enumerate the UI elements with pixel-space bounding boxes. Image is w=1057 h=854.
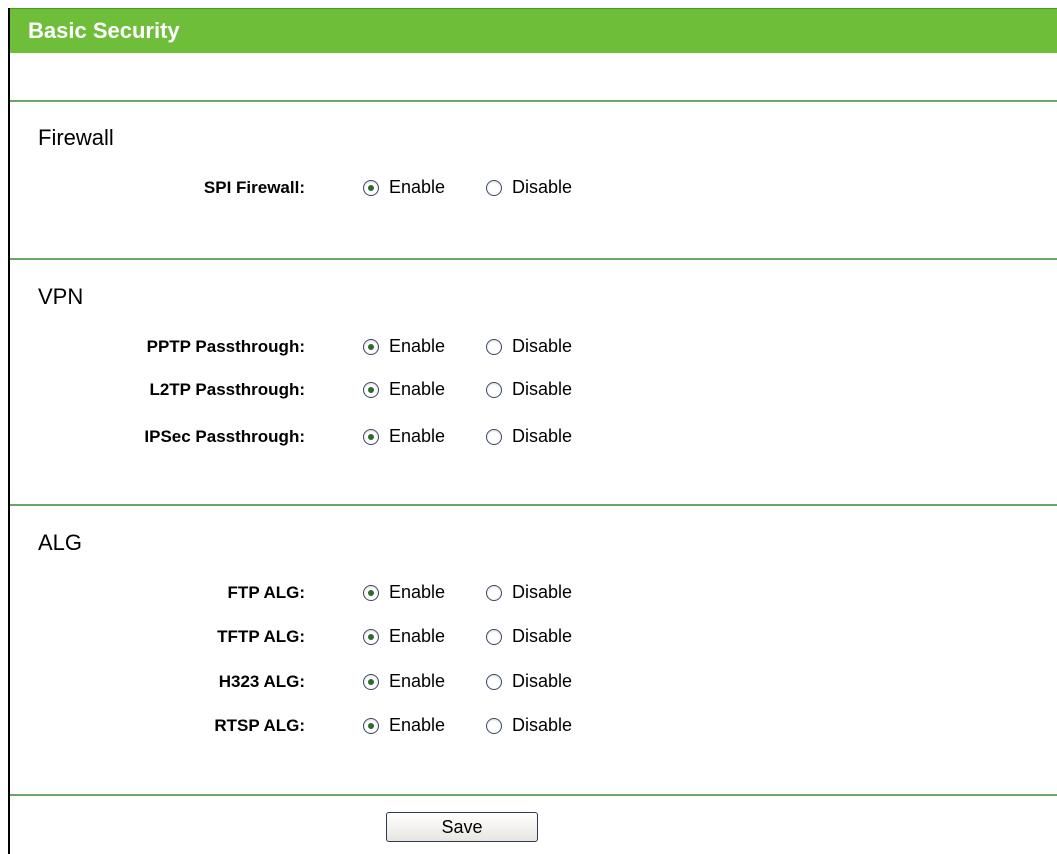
h323-alg-disable-radio[interactable]: Disable (486, 671, 572, 692)
radio-checked-icon[interactable] (363, 338, 379, 355)
tftp-alg-disable-radio[interactable]: Disable (486, 626, 572, 647)
radio-checked-icon[interactable] (363, 428, 379, 445)
radio-unchecked-icon[interactable] (486, 428, 502, 445)
basic-security-panel: Basic Security Firewall SPI Firewall: En… (0, 0, 1057, 854)
l2tp-enable-radio[interactable]: Enable (363, 379, 445, 400)
h323-alg-enable-radio[interactable]: Enable (363, 671, 445, 692)
ftp-alg-enable-radio[interactable]: Enable (363, 582, 445, 603)
l2tp-disable-radio[interactable]: Disable (486, 379, 572, 400)
pptp-disable-radio[interactable]: Disable (486, 336, 572, 357)
ipsec-enable-radio[interactable]: Enable (363, 426, 445, 447)
radio-unchecked-icon[interactable] (486, 381, 502, 398)
row-tftp-alg: TFTP ALG: Enable Disable (10, 623, 1057, 653)
radio-checked-icon[interactable] (363, 717, 379, 734)
section-title-vpn: VPN (38, 284, 84, 309)
ipsec-disable-radio[interactable]: Disable (486, 426, 572, 447)
row-label: SPI Firewall: (203, 178, 305, 197)
radio-unchecked-icon[interactable] (486, 717, 502, 734)
row-label: RTSP ALG: (214, 716, 305, 735)
divider (10, 794, 1057, 796)
tftp-alg-enable-radio[interactable]: Enable (363, 626, 445, 647)
radio-checked-icon[interactable] (363, 673, 379, 690)
row-rtsp-alg: RTSP ALG: Enable Disable (10, 712, 1057, 742)
radio-checked-icon[interactable] (363, 628, 379, 645)
row-label: TFTP ALG: (217, 627, 305, 646)
row-label: H323 ALG: (218, 672, 305, 691)
page-title: Basic Security (28, 18, 180, 43)
divider (10, 100, 1057, 102)
radio-unchecked-icon[interactable] (486, 338, 502, 355)
row-pptp-passthrough: PPTP Passthrough: Enable Disable (10, 333, 1057, 363)
section-title-firewall: Firewall (38, 125, 114, 150)
row-ipsec-passthrough: IPSec Passthrough: Enable Disable (10, 423, 1057, 453)
radio-unchecked-icon[interactable] (486, 584, 502, 601)
pptp-enable-radio[interactable]: Enable (363, 336, 445, 357)
radio-unchecked-icon[interactable] (486, 673, 502, 690)
row-label: IPSec Passthrough: (144, 427, 305, 446)
radio-checked-icon[interactable] (363, 381, 379, 398)
save-button[interactable]: Save (386, 812, 538, 842)
ftp-alg-disable-radio[interactable]: Disable (486, 582, 572, 603)
spi-firewall-disable-radio[interactable]: Disable (486, 177, 572, 198)
radio-checked-icon[interactable] (363, 584, 379, 601)
row-label: PPTP Passthrough: (146, 337, 305, 356)
radio-unchecked-icon[interactable] (486, 628, 502, 645)
row-l2tp-passthrough: L2TP Passthrough: Enable Disable (10, 376, 1057, 406)
radio-checked-icon[interactable] (363, 179, 379, 196)
section-title-alg: ALG (38, 530, 83, 555)
row-label: L2TP Passthrough: (149, 380, 305, 399)
row-h323-alg: H323 ALG: Enable Disable (10, 668, 1057, 698)
rtsp-alg-disable-radio[interactable]: Disable (486, 715, 572, 736)
header-bar: Basic Security (10, 8, 1057, 53)
divider (10, 258, 1057, 260)
divider (10, 504, 1057, 506)
rtsp-alg-enable-radio[interactable]: Enable (363, 715, 445, 736)
spi-firewall-enable-radio[interactable]: Enable (363, 177, 445, 198)
radio-unchecked-icon[interactable] (486, 179, 502, 196)
row-label: FTP ALG: (227, 583, 305, 602)
row-ftp-alg: FTP ALG: Enable Disable (10, 579, 1057, 609)
row-spi-firewall: SPI Firewall: Enable Disable (10, 174, 1057, 204)
